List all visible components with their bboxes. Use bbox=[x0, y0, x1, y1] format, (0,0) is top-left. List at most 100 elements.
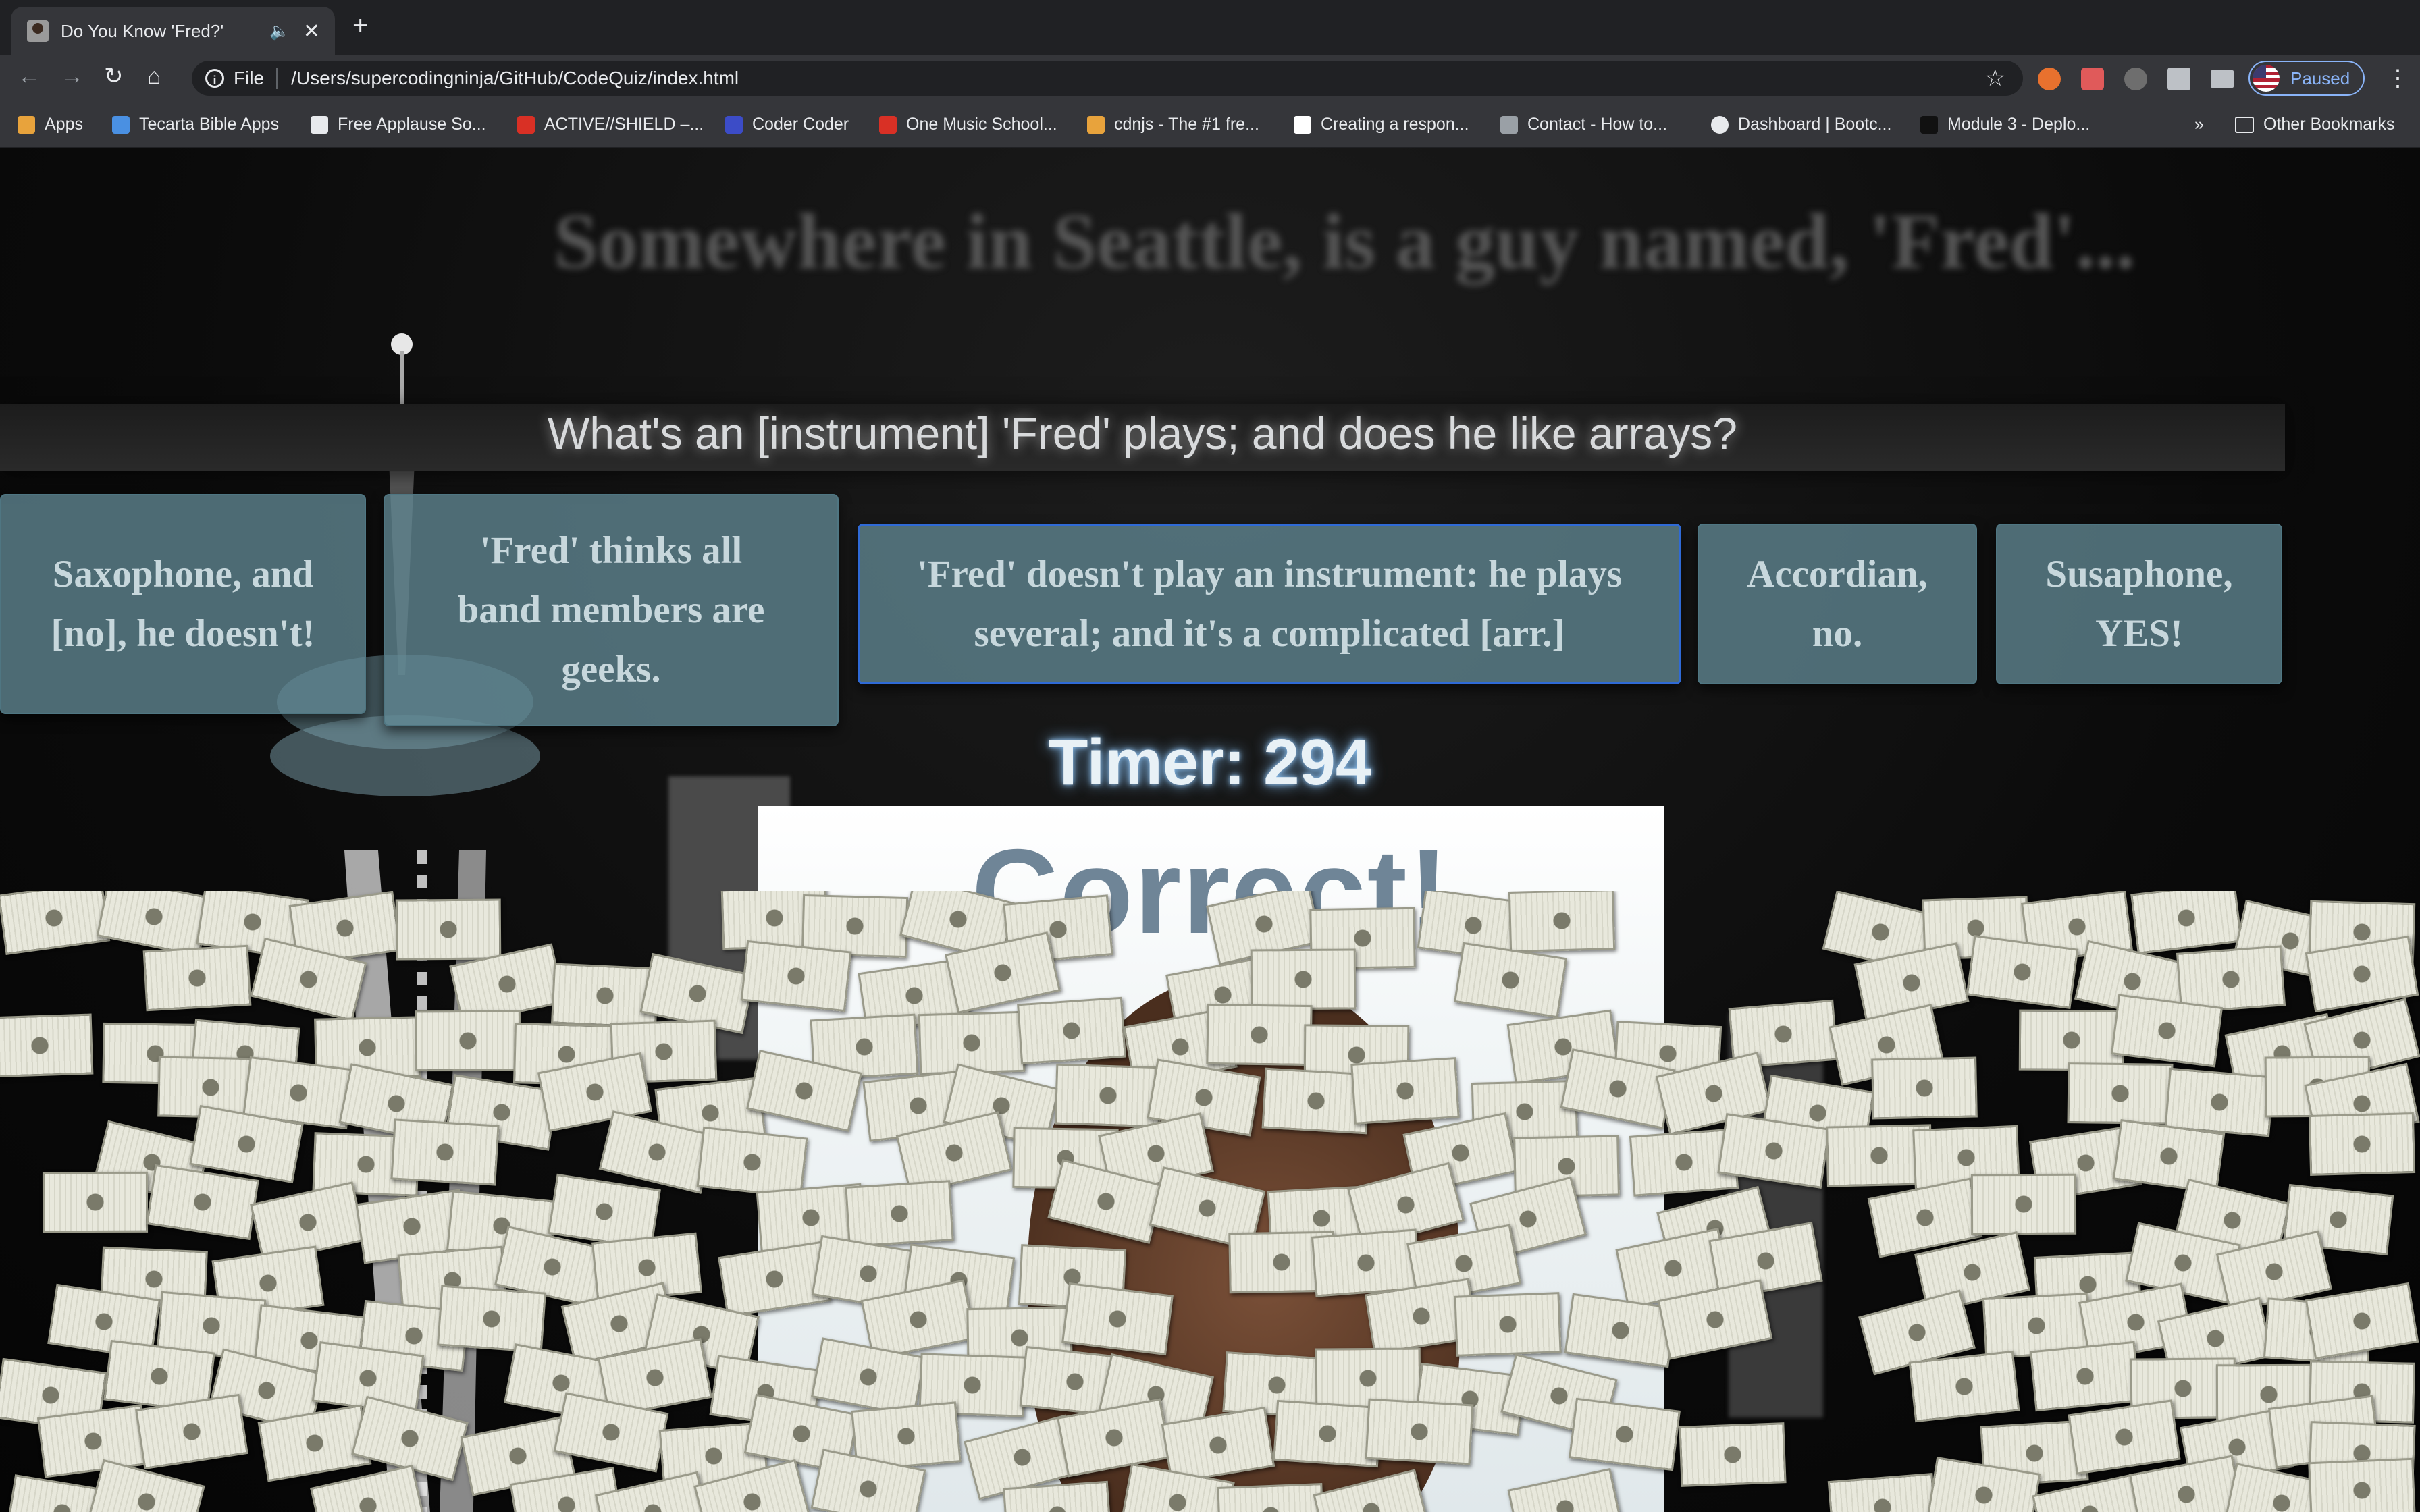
celebration-image bbox=[1028, 975, 1460, 1512]
money-bill bbox=[2130, 891, 2242, 955]
url-scheme: File bbox=[234, 68, 278, 89]
money-bill bbox=[2308, 1112, 2416, 1177]
money-bill bbox=[1825, 1124, 1932, 1187]
user-avatar bbox=[1399, 1366, 1445, 1412]
money-bill bbox=[101, 1023, 209, 1085]
money-bill bbox=[2033, 1251, 2142, 1318]
money-bill bbox=[2215, 1230, 2333, 1314]
bookmark-item[interactable]: Free Applause So... bbox=[311, 115, 486, 134]
browser-toolbar: ← → ↻ ⌂ i File /Users/supercodingninja/G… bbox=[0, 55, 2420, 101]
bookmark-favicon bbox=[879, 115, 897, 134]
money-bill bbox=[1908, 1350, 2020, 1423]
profile-button[interactable]: Paused bbox=[2248, 61, 2365, 96]
money-bill bbox=[2174, 1178, 2291, 1262]
forward-arrow-icon[interactable]: → bbox=[61, 65, 84, 88]
money-bill bbox=[2264, 1056, 2371, 1118]
bookmark-favicon bbox=[1500, 115, 1518, 134]
money-bill bbox=[2308, 1458, 2416, 1512]
money-bill bbox=[1679, 1422, 1787, 1487]
celebration-image-eye bbox=[1305, 1197, 1372, 1265]
bookmark-item[interactable]: Tecarta Bible Apps bbox=[112, 115, 279, 134]
money-bill bbox=[0, 1357, 107, 1433]
money-bill bbox=[598, 1110, 716, 1194]
browser-tab[interactable]: Do You Know 'Fred?' 🔈 ✕ bbox=[11, 7, 335, 55]
money-bill bbox=[157, 1056, 264, 1119]
media-icon[interactable] bbox=[2211, 70, 2234, 88]
bookmark-apps[interactable]: Apps bbox=[18, 115, 83, 134]
bookmark-item[interactable]: One Music School... bbox=[879, 115, 1057, 134]
extension-icon-3[interactable] bbox=[2124, 68, 2147, 90]
money-bill bbox=[134, 1393, 248, 1470]
menu-icon[interactable]: ⋮ bbox=[2386, 65, 2409, 92]
money-bill bbox=[551, 963, 660, 1029]
money-bill bbox=[2029, 1125, 2143, 1202]
bookmark-item[interactable]: Creating a respon... bbox=[1294, 115, 1469, 134]
city-building bbox=[1729, 1013, 1823, 1418]
bookmark-item[interactable]: ACTIVE//SHIELD –... bbox=[517, 115, 704, 134]
extension-icon-2[interactable] bbox=[2081, 68, 2104, 90]
money-bill bbox=[1912, 1125, 2021, 1191]
address-bar[interactable]: i File /Users/supercodingninja/GitHub/Co… bbox=[192, 61, 2023, 96]
new-tab-button[interactable]: + bbox=[352, 12, 368, 39]
close-icon[interactable]: ✕ bbox=[303, 20, 320, 43]
money-bill bbox=[2068, 1399, 2181, 1475]
money-bill bbox=[2305, 1282, 2419, 1359]
extension-icon-1[interactable] bbox=[2038, 68, 2061, 90]
money-bill bbox=[42, 1172, 148, 1233]
money-bill bbox=[561, 1281, 678, 1366]
profile-status: Paused bbox=[2290, 68, 2350, 88]
bookmark-item[interactable]: Coder Coder bbox=[725, 115, 849, 134]
apps-grid-icon bbox=[18, 115, 35, 134]
money-bill bbox=[2303, 998, 2420, 1083]
money-bill bbox=[2263, 1297, 2373, 1366]
result-message: Correct! bbox=[971, 824, 1450, 959]
money-bill bbox=[2078, 1282, 2193, 1362]
answer-button-1[interactable]: Saxophone, and [no], he doesn't! bbox=[0, 494, 366, 714]
bookmark-item[interactable]: Contact - How to... bbox=[1500, 115, 1667, 134]
money-bill bbox=[1870, 1056, 1978, 1120]
answer-button-2[interactable]: 'Fred' thinks all band members are geeks… bbox=[384, 494, 839, 726]
answer-button-5[interactable]: Susaphone, YES! bbox=[1996, 524, 2282, 684]
page-favicon bbox=[27, 20, 49, 42]
answer-button-4[interactable]: Accordian, no. bbox=[1698, 524, 1977, 684]
money-bill bbox=[1926, 1457, 2041, 1512]
money-bill bbox=[2074, 940, 2190, 1023]
puzzle-icon[interactable] bbox=[2167, 68, 2190, 90]
money-bill bbox=[2267, 1395, 2380, 1469]
bookmark-favicon bbox=[1920, 115, 1938, 134]
reload-icon[interactable]: ↻ bbox=[104, 65, 124, 88]
money-bill bbox=[658, 1421, 769, 1490]
money-bill bbox=[597, 1338, 712, 1418]
bookmark-item[interactable]: Module 3 - Deplo... bbox=[1920, 115, 2090, 134]
money-bill bbox=[553, 1392, 669, 1474]
bookmark-favicon bbox=[725, 115, 743, 134]
quiz-headline: Somewhere in Seattle, is a guy named, 'F… bbox=[554, 197, 2136, 286]
folder-icon bbox=[2235, 116, 2254, 133]
money-bill bbox=[96, 891, 212, 957]
money-bill bbox=[2067, 1062, 2174, 1125]
bookmark-star-icon[interactable]: ☆ bbox=[1985, 65, 2005, 92]
bookmark-item[interactable]: Dashboard | Bootc... bbox=[1711, 115, 1891, 134]
back-arrow-icon[interactable]: ← bbox=[18, 65, 41, 88]
bookmarks-overflow-button[interactable]: » bbox=[2194, 115, 2204, 134]
money-bill bbox=[2308, 900, 2416, 964]
money-bill bbox=[537, 1052, 653, 1133]
money-bill bbox=[2021, 891, 2133, 963]
money-bill bbox=[2215, 1364, 2322, 1425]
info-icon[interactable]: i bbox=[205, 69, 224, 88]
money-bill bbox=[2176, 945, 2286, 1014]
money-bill bbox=[100, 1246, 209, 1312]
other-bookmarks-folder[interactable]: Other Bookmarks bbox=[2235, 115, 2395, 134]
speaker-icon[interactable]: 🔈 bbox=[269, 22, 290, 41]
home-icon[interactable]: ⌂ bbox=[147, 65, 161, 88]
money-bill bbox=[654, 1076, 766, 1150]
url-text[interactable]: /Users/supercodingninja/GitHub/CodeQuiz/… bbox=[291, 68, 1984, 89]
bookmark-favicon bbox=[311, 115, 328, 134]
answer-button-3[interactable]: 'Fred' doesn't play an instrument: he pl… bbox=[858, 524, 1681, 684]
money-bill bbox=[1822, 891, 1939, 975]
money-bill bbox=[2111, 994, 2224, 1068]
money-bill bbox=[2112, 1119, 2226, 1194]
money-bill bbox=[595, 1472, 712, 1512]
bookmark-item[interactable]: cdnjs - The #1 fre... bbox=[1087, 115, 1259, 134]
result-card: Correct! bbox=[758, 806, 1664, 1512]
